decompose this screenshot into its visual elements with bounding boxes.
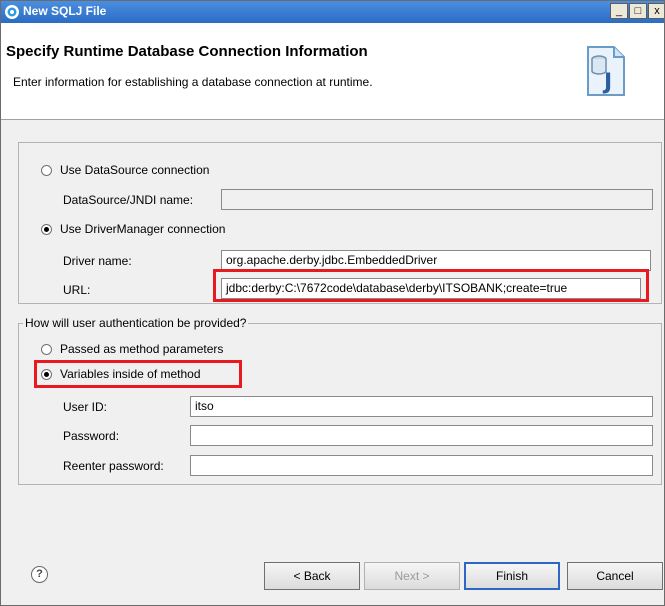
password-field[interactable]	[190, 425, 653, 446]
driver-name-field[interactable]: org.apache.derby.jdbc.EmbeddedDriver	[221, 250, 651, 271]
driver-name-label: Driver name:	[63, 254, 132, 268]
sqlj-file-icon: J	[587, 46, 625, 96]
variables-radio-label: Variables inside of method	[60, 367, 201, 381]
back-button[interactable]: < Back	[264, 562, 360, 590]
password-label: Password:	[63, 429, 120, 443]
app-icon	[5, 5, 19, 19]
url-label: URL:	[63, 283, 91, 297]
authentication-legend: How will user authentication be provided…	[23, 316, 249, 330]
page-title: Specify Runtime Database Connection Info…	[6, 43, 368, 60]
jndi-label: DataSource/JNDI name:	[63, 193, 194, 207]
minimize-button[interactable]: _	[610, 3, 628, 19]
reenter-password-field[interactable]	[190, 455, 653, 476]
userid-label: User ID:	[63, 400, 108, 414]
drivermanager-radio-label: Use DriverManager connection	[60, 222, 226, 236]
drivermanager-radio-dot[interactable]	[41, 223, 52, 235]
datasource-radio-label: Use DataSource connection	[60, 163, 210, 177]
window-title: New SQLJ File	[23, 4, 107, 18]
help-icon[interactable]: ?	[31, 566, 48, 583]
datasource-radio[interactable]: Use DataSource connection	[41, 163, 209, 177]
method-params-radio[interactable]: Passed as method parameters	[41, 342, 223, 356]
datasource-radio-dot[interactable]	[41, 164, 52, 176]
drivermanager-radio[interactable]: Use DriverManager connection	[41, 222, 225, 236]
finish-button[interactable]: Finish	[464, 562, 560, 590]
next-button[interactable]: Next >	[364, 562, 460, 590]
url-field[interactable]: jdbc:derby:C:\7672code\database\derby\IT…	[221, 278, 641, 299]
variables-radio[interactable]: Variables inside of method	[41, 367, 201, 381]
window-controls: _ □ x	[609, 3, 664, 21]
userid-field[interactable]: itso	[190, 396, 653, 417]
cancel-button[interactable]: Cancel	[567, 562, 663, 590]
method-params-radio-label: Passed as method parameters	[60, 342, 224, 356]
close-button[interactable]: x	[648, 3, 664, 19]
title-bar[interactable]: New SQLJ File _ □ x	[1, 1, 664, 23]
dialog-window: New SQLJ File _ □ x Specify Runtime Databa…	[0, 0, 665, 606]
reenter-password-label: Reenter password:	[63, 459, 164, 473]
jndi-name-field[interactable]	[221, 189, 653, 210]
maximize-button[interactable]: □	[629, 3, 647, 19]
svg-text:J: J	[602, 70, 612, 95]
wizard-header: Specify Runtime Database Connection Info…	[1, 23, 664, 120]
page-description: Enter information for establishing a dat…	[13, 75, 373, 89]
method-params-radio-dot[interactable]	[41, 343, 52, 355]
variables-radio-dot[interactable]	[41, 368, 52, 380]
